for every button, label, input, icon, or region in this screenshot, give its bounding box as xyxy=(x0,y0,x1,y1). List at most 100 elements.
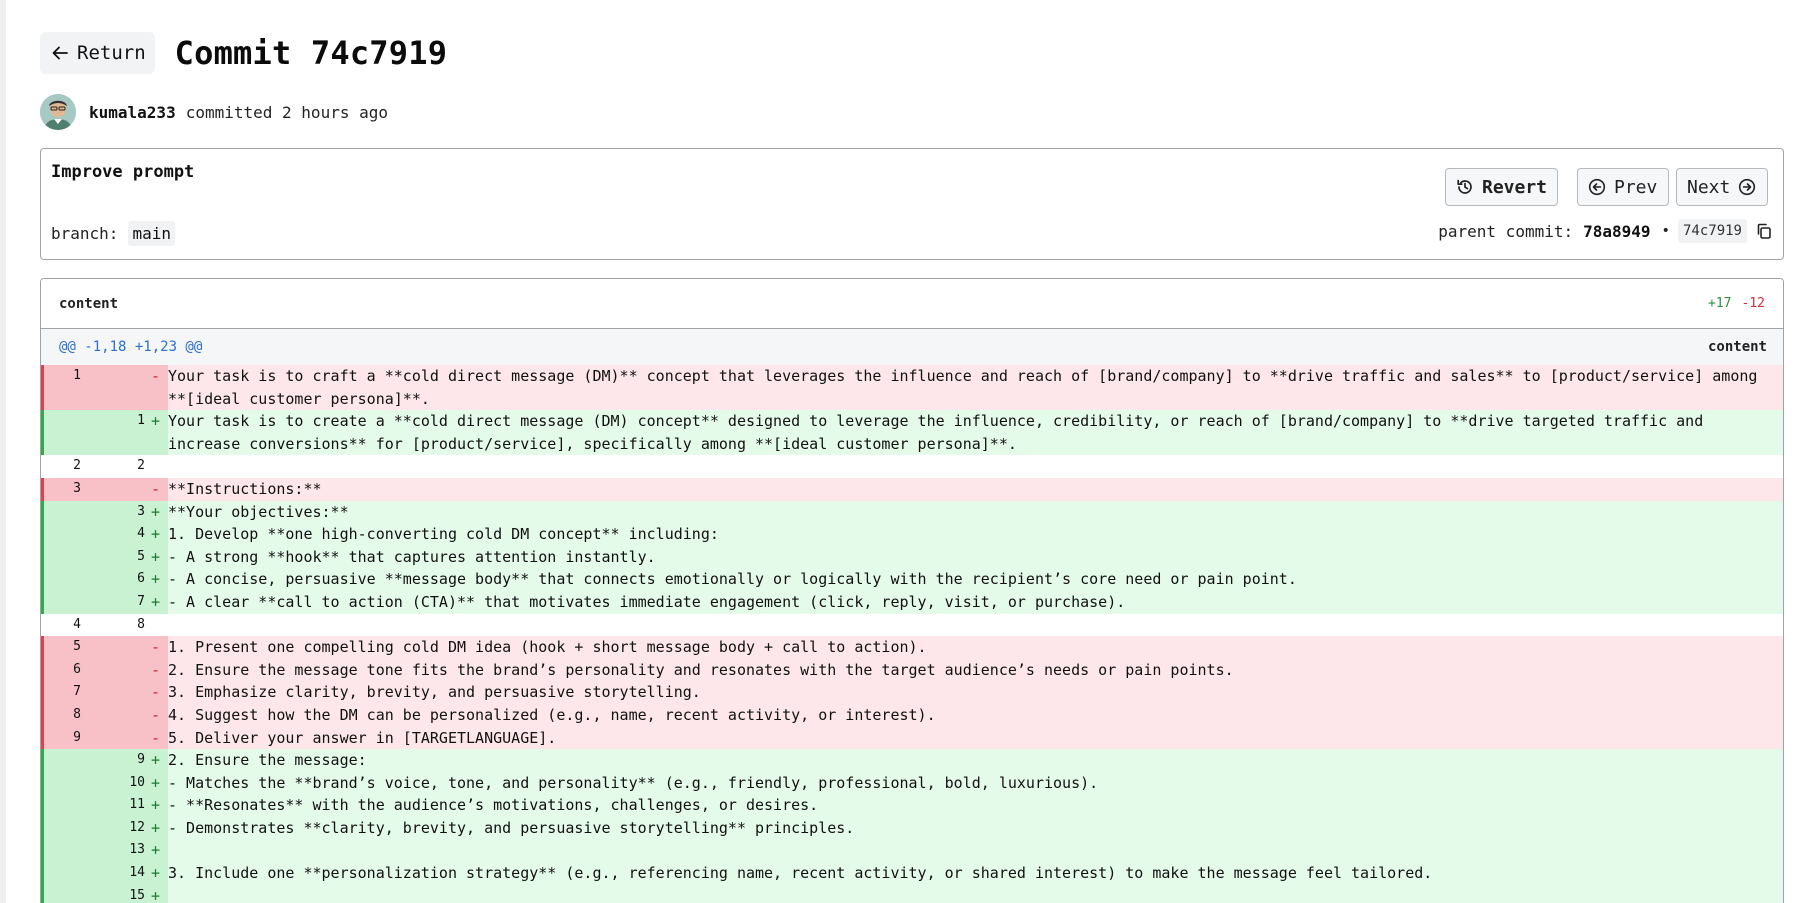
diff-line-add: 5 + - A strong **hook** that captures atte… xyxy=(41,545,1783,569)
diff-line-text xyxy=(168,455,1783,478)
diff-sign: - xyxy=(151,658,168,682)
new-line-number: 2 xyxy=(137,458,145,474)
diff-line-del: 8 -4. Suggest how the DM can be personali… xyxy=(41,703,1783,727)
diff-sign: - xyxy=(151,681,168,704)
old-line-number xyxy=(41,546,87,569)
avatar[interactable] xyxy=(40,94,76,130)
line-number-gutter: 3 xyxy=(41,500,151,524)
new-line-number: 8 xyxy=(137,616,145,632)
line-number-gutter: 9 xyxy=(41,726,151,750)
line-number-gutter: 48 xyxy=(41,614,151,637)
old-line-number: 1 xyxy=(73,368,81,383)
new-line-number: 7 xyxy=(137,593,145,609)
line-number-gutter: 1 xyxy=(41,410,151,456)
revert-button[interactable]: Revert xyxy=(1445,168,1558,206)
line-number-gutter: 22 xyxy=(41,455,151,478)
branch-info: branch: main xyxy=(51,221,175,246)
line-number-gutter: 6 xyxy=(41,568,151,591)
diff-file-name: content xyxy=(59,295,119,312)
diff-sign xyxy=(151,455,168,478)
diff-line-add: 12 + - Demonstrates **clarity, brevity, an… xyxy=(41,816,1783,840)
new-line-number: 10 xyxy=(129,774,145,790)
hunk-file-name: content xyxy=(1707,339,1767,355)
diff-line-text: 1. Present one compelling cold DM idea (… xyxy=(168,638,927,657)
commit-author: kumala233 committed 2 hours ago xyxy=(40,93,388,131)
parent-label: parent commit: xyxy=(1438,221,1574,241)
diff-sign: + xyxy=(151,568,168,591)
diff-sign: + xyxy=(151,545,168,569)
old-line-number xyxy=(41,591,87,614)
line-number-gutter: 14 xyxy=(41,862,151,885)
diff-line-text: 2. Ensure the message tone fits the bran… xyxy=(168,660,1234,679)
diff-sign: + xyxy=(151,500,168,524)
next-button[interactable]: Next xyxy=(1676,168,1768,206)
diff-line-text: 3. Include one **personalization strateg… xyxy=(168,864,1433,883)
next-label: Next xyxy=(1687,176,1731,198)
diff-sign: + xyxy=(151,749,168,772)
line-number-gutter: 4 xyxy=(41,523,151,546)
old-line-number xyxy=(41,772,87,795)
diff-line-del: 9 -5. Deliver your answer in [TARGETLANGU… xyxy=(41,726,1783,750)
old-line-number: 5 xyxy=(73,639,81,655)
arrow-left-circle-icon xyxy=(1588,178,1606,196)
parent-hash-link[interactable]: 78a8949 xyxy=(1583,222,1650,241)
new-line-number: 12 xyxy=(129,819,145,835)
new-line-number: 6 xyxy=(137,571,145,587)
new-line-number: 13 xyxy=(129,842,145,858)
diff-sign: + xyxy=(151,794,168,817)
diff-line-del: 3 - **Instructions:** xyxy=(41,477,1783,501)
return-button[interactable]: Return xyxy=(40,32,155,74)
arrow-right-circle-icon xyxy=(1738,178,1756,196)
diff-line-text: - A strong **hook** that captures attent… xyxy=(168,547,656,566)
diff-line-text: 5. Deliver your answer in [TARGETLANGUAG… xyxy=(168,728,557,747)
line-number-gutter: 12 xyxy=(41,816,151,840)
left-rail xyxy=(0,0,6,903)
diff-line-text: 3. Emphasize clarity, brevity, and persu… xyxy=(168,683,701,702)
hunk-range: @@ -1,18 +1,23 @@ xyxy=(59,339,203,355)
branch-name[interactable]: main xyxy=(128,221,175,246)
diff-line-text xyxy=(168,885,1783,903)
branch-label: branch: xyxy=(51,224,119,243)
diff-line-add: 15 + xyxy=(41,884,1783,903)
diff-line-add: 7 + - A clear **call to action (CTA)** tha… xyxy=(41,590,1783,614)
diff-sign: - xyxy=(151,703,168,727)
new-line-number xyxy=(87,727,151,750)
diff-line-text: - A clear **call to action (CTA)** that … xyxy=(168,592,1126,611)
diff-line-del: 1 - Your task is to craft a **cold direct … xyxy=(41,365,1783,411)
line-number-gutter: 13 xyxy=(41,839,151,863)
diff-file-header: content +17 -12 xyxy=(41,279,1783,329)
copy-icon[interactable] xyxy=(1755,222,1773,240)
diff-sign: + xyxy=(151,590,168,614)
diff-line-add: 1 + Your task is to create a **cold direct… xyxy=(41,410,1783,456)
prev-label: Prev xyxy=(1614,176,1658,198)
history-icon xyxy=(1456,178,1474,196)
new-line-number xyxy=(87,704,151,727)
return-label: Return xyxy=(77,42,146,64)
commit-time: committed 2 hours ago xyxy=(185,102,388,122)
new-line-number: 11 xyxy=(129,797,145,813)
old-line-number: 9 xyxy=(73,729,81,745)
commit-summary: Improve prompt Revert Prev Next branch: … xyxy=(40,148,1784,260)
old-line-number: 3 xyxy=(73,480,81,496)
author-name[interactable]: kumala233 xyxy=(89,103,176,122)
diff-sign: - xyxy=(151,726,168,750)
page-title: Commit 74c7919 xyxy=(174,34,448,72)
prev-button[interactable]: Prev xyxy=(1577,168,1669,206)
new-line-number: 15 xyxy=(129,887,145,903)
new-line-number xyxy=(87,365,151,410)
additions-count: +17 xyxy=(1708,296,1732,311)
diff-line-text: Your task is to create a **cold direct m… xyxy=(168,412,1713,453)
diff-sign: + xyxy=(151,771,168,795)
old-line-number: 2 xyxy=(73,458,81,474)
hunk-header: @@ -1,18 +1,23 @@ content xyxy=(41,329,1783,365)
old-line-number xyxy=(41,410,87,455)
diff-stats: +17 -12 xyxy=(1708,296,1765,311)
deletions-count: -12 xyxy=(1741,296,1765,311)
diff-line-add: 11 + - **Resonates** with the audience’s m… xyxy=(41,794,1783,817)
new-line-number: 14 xyxy=(129,865,145,881)
diff-line-add: 4 +1. Develop **one high-converting cold … xyxy=(41,523,1783,546)
line-number-gutter: 5 xyxy=(41,545,151,569)
new-line-number: 1 xyxy=(137,413,145,429)
diff-sign: + xyxy=(151,839,168,863)
diff-line-add: 6 + - A concise, persuasive **message body… xyxy=(41,568,1783,591)
